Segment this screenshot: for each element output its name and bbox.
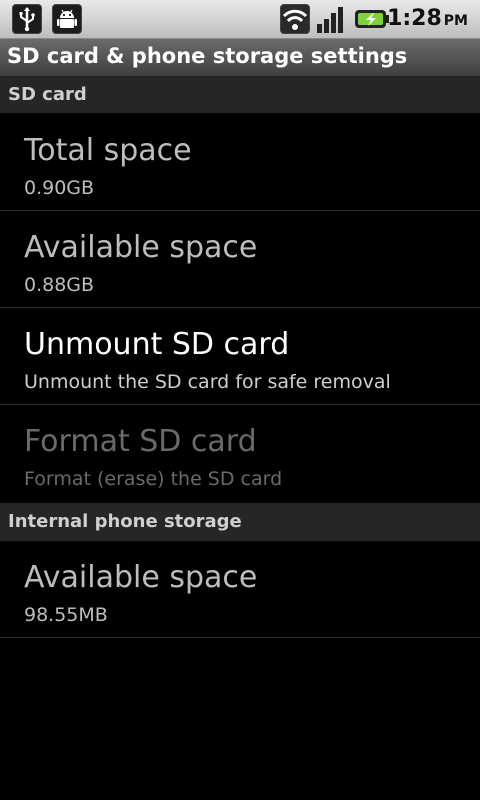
wifi-icon	[280, 4, 310, 34]
clock-ampm: PM	[443, 13, 468, 29]
pref-internal-available-space: Available space 98.55MB	[0, 542, 480, 638]
pref-title: Format SD card	[24, 424, 257, 459]
android-debug-icon	[52, 4, 82, 34]
clock-time: 1:28	[387, 6, 442, 31]
pref-summary: Unmount the SD card for safe removal	[24, 371, 391, 393]
pref-summary: 0.90GB	[24, 177, 95, 199]
page-title: SD card & phone storage settings	[7, 44, 408, 68]
format-sd-card-button: Format SD card Format (erase) the SD car…	[0, 406, 480, 503]
pref-summary: Format (erase) the SD card	[24, 468, 283, 490]
battery-charging-icon	[354, 4, 390, 34]
pref-total-space: Total space 0.90GB	[0, 115, 480, 211]
unmount-sd-card-button[interactable]: Unmount SD card Unmount the SD card for …	[0, 309, 480, 405]
pref-available-space: Available space 0.88GB	[0, 212, 480, 308]
section-header-label: Internal phone storage	[8, 511, 242, 532]
title-bar: SD card & phone storage settings	[0, 39, 480, 77]
signal-icon	[316, 4, 346, 34]
clock: 1:28 PM	[387, 6, 468, 31]
status-bar: 1:28 PM	[0, 0, 480, 39]
pref-summary: 98.55MB	[24, 604, 108, 626]
section-header-label: SD card	[8, 84, 87, 105]
section-header-sd-card: SD card	[0, 77, 480, 113]
usb-icon	[12, 4, 42, 34]
pref-title: Unmount SD card	[24, 327, 290, 362]
pref-title: Available space	[24, 230, 258, 265]
pref-title: Total space	[24, 133, 192, 168]
section-header-internal-storage: Internal phone storage	[0, 503, 480, 541]
pref-summary: 0.88GB	[24, 274, 95, 296]
pref-title: Available space	[24, 560, 258, 595]
